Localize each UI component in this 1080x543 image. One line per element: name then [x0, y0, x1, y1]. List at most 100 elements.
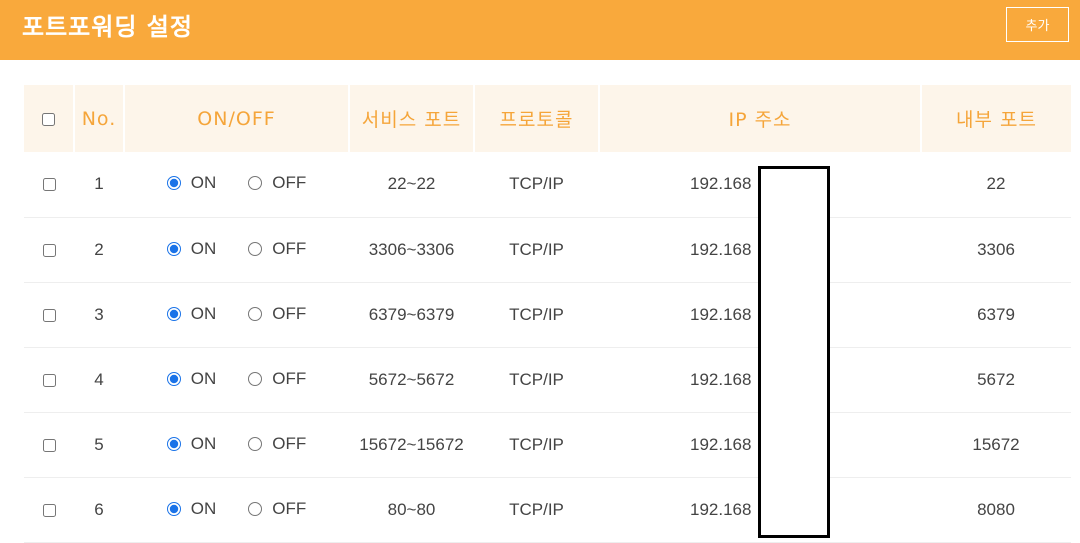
radio-on[interactable]	[166, 306, 181, 321]
protocol: TCP/IP	[474, 412, 599, 478]
radio-off-label: OFF	[272, 173, 307, 193]
table-row: 5 ON OFF 15672~15672 TCP/IP 192.168 15672	[24, 412, 1071, 478]
radio-on-label: ON	[190, 433, 217, 453]
row-number: 1	[74, 152, 124, 218]
internal-port: 5672	[921, 347, 1071, 413]
radio-on-option[interactable]: ON	[166, 303, 217, 324]
row-number: 4	[74, 347, 124, 413]
column-header-no: No.	[73, 85, 124, 152]
radio-on-option[interactable]: ON	[166, 238, 217, 259]
radio-on-option[interactable]: ON	[166, 368, 217, 389]
row-checkbox[interactable]	[42, 178, 56, 192]
radio-off[interactable]	[248, 306, 263, 321]
radio-on-label: ON	[190, 303, 217, 323]
onoff-cell: ON OFF	[124, 282, 349, 348]
radio-off-option[interactable]: OFF	[248, 434, 306, 454]
internal-port: 22	[921, 152, 1071, 218]
page-header: 포트포워딩 설정 추가	[0, 0, 1080, 60]
protocol: TCP/IP	[474, 477, 599, 543]
row-number: 5	[74, 412, 124, 478]
internal-port: 6379	[921, 282, 1071, 348]
column-header-protocol: 프로토콜	[473, 85, 599, 152]
row-select-cell	[24, 217, 74, 283]
protocol: TCP/IP	[474, 347, 599, 413]
radio-off[interactable]	[248, 176, 263, 191]
column-header-onoff: ON/OFF	[123, 85, 349, 152]
ip-address: 192.168	[690, 499, 752, 519]
table-row: 2 ON OFF 3306~3306 TCP/IP 192.168 3306	[24, 217, 1071, 283]
radio-on[interactable]	[166, 241, 181, 256]
radio-off-option[interactable]: OFF	[248, 239, 306, 259]
radio-off-label: OFF	[272, 238, 307, 258]
radio-on-option[interactable]: ON	[166, 498, 217, 519]
column-header-internal-port: 내부 포트	[920, 85, 1071, 152]
row-number: 3	[74, 282, 124, 348]
internal-port: 3306	[921, 217, 1071, 283]
radio-off[interactable]	[248, 241, 263, 256]
radio-on[interactable]	[166, 501, 181, 516]
radio-on-label: ON	[190, 498, 217, 518]
radio-on[interactable]	[166, 436, 181, 451]
onoff-cell: ON OFF	[124, 347, 349, 413]
select-all-checkbox[interactable]	[42, 112, 55, 126]
service-port: 15672~15672	[349, 412, 474, 478]
onoff-cell: ON OFF	[124, 152, 349, 218]
radio-off[interactable]	[248, 436, 263, 451]
protocol: TCP/IP	[474, 217, 599, 283]
page-title: 포트포워딩 설정	[22, 13, 193, 41]
service-port: 22~22	[349, 152, 474, 218]
row-checkbox[interactable]	[42, 503, 56, 517]
radio-off-option[interactable]: OFF	[248, 304, 306, 324]
radio-off-option[interactable]: OFF	[248, 369, 306, 389]
service-port: 5672~5672	[349, 347, 474, 413]
radio-on-option[interactable]: ON	[166, 173, 217, 193]
service-port: 80~80	[349, 477, 474, 543]
row-select-cell	[24, 412, 74, 478]
table-header-row: No. ON/OFF 서비스 포트 프로토콜 IP 주소 내부 포트	[24, 85, 1071, 152]
protocol: TCP/IP	[474, 152, 599, 218]
onoff-cell: ON OFF	[124, 412, 349, 478]
service-port: 3306~3306	[349, 217, 474, 283]
radio-on-label: ON	[190, 368, 217, 388]
table-row: 1 ON OFF 22~22 TCP/IP 192.168 22	[24, 152, 1071, 218]
add-button[interactable]: 추가	[1006, 7, 1069, 42]
radio-on-label: ON	[190, 173, 217, 193]
radio-off[interactable]	[248, 501, 263, 516]
row-checkbox[interactable]	[42, 373, 56, 387]
internal-port: 15672	[921, 412, 1071, 478]
radio-off-label: OFF	[272, 433, 307, 453]
radio-off-option[interactable]: OFF	[248, 173, 306, 193]
radio-off-label: OFF	[272, 368, 307, 388]
ip-address: 192.168	[690, 304, 752, 324]
internal-port: 8080	[921, 477, 1071, 543]
row-select-cell	[24, 282, 74, 348]
ip-address: 192.168	[690, 434, 752, 454]
radio-off-option[interactable]: OFF	[248, 499, 306, 519]
radio-on-option[interactable]: ON	[166, 433, 217, 454]
radio-on-label: ON	[190, 238, 217, 258]
select-all-header	[24, 85, 74, 152]
onoff-cell: ON OFF	[124, 477, 349, 543]
column-header-service-port: 서비스 포트	[348, 85, 474, 152]
onoff-cell: ON OFF	[124, 217, 349, 283]
service-port: 6379~6379	[349, 282, 474, 348]
table-row: 6 ON OFF 80~80 TCP/IP 192.168 8080	[24, 477, 1071, 543]
ip-address: 192.168	[690, 239, 752, 259]
row-checkbox[interactable]	[42, 243, 56, 257]
row-select-cell	[24, 152, 74, 218]
row-select-cell	[24, 347, 74, 413]
ip-address: 192.168	[690, 369, 752, 389]
radio-on[interactable]	[166, 176, 181, 191]
row-checkbox[interactable]	[42, 308, 56, 322]
row-number: 6	[74, 477, 124, 543]
redaction-box	[758, 166, 830, 538]
row-select-cell	[24, 477, 74, 543]
row-checkbox[interactable]	[42, 438, 56, 452]
column-header-ip: IP 주소	[598, 85, 921, 152]
protocol: TCP/IP	[474, 282, 599, 348]
port-forward-table: No. ON/OFF 서비스 포트 프로토콜 IP 주소 내부 포트 1 ON OF…	[24, 85, 1071, 543]
ip-address: 192.168	[690, 174, 752, 194]
radio-off[interactable]	[248, 371, 263, 386]
radio-on[interactable]	[166, 371, 181, 386]
row-number: 2	[74, 217, 124, 283]
